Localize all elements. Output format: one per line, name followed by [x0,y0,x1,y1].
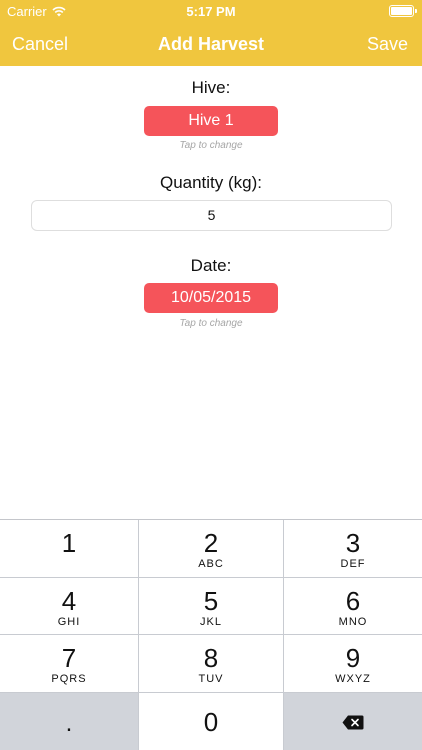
key-7-number: 7 [61,643,77,673]
key-4-letters: GHI [57,616,81,628]
key-5[interactable]: 5 JKL [139,578,283,634]
date-hint: Tap to change [179,318,243,329]
key-2[interactable]: 2 ABC [139,520,283,577]
key-8-number: 8 [203,643,219,673]
page-title: Add Harvest [157,34,265,54]
key-5-number: 5 [203,586,219,616]
key-0-number: 0 [203,707,219,737]
hive-hint: Tap to change [179,140,243,151]
key-7[interactable]: 7 PQRS [0,635,138,692]
quantity-label: Quantity (kg): [159,173,263,192]
battery-icon [389,5,417,17]
key-9-letters: WXYZ [335,673,371,685]
key-1-number: 1 [61,528,77,558]
key-8-letters: TUV [198,673,224,685]
key-4-number: 4 [61,586,77,616]
key-5-letters: JKL [200,616,222,628]
hive-select-button[interactable]: Hive 1 [144,106,278,136]
nav-bar: Cancel Add Harvest Save [0,22,422,66]
key-1[interactable]: 1 [0,520,138,577]
backspace-icon [342,715,364,730]
quantity-input[interactable]: 5 [31,200,392,231]
hive-label: Hive: [191,78,231,97]
status-bar: Carrier 5:17 PM [0,0,422,22]
key-3-letters: DEF [340,558,366,570]
key-9-number: 9 [345,643,361,673]
key-6[interactable]: 6 MNO [284,578,422,634]
key-8[interactable]: 8 TUV [139,635,283,692]
key-decimal-label: . [65,710,73,737]
key-backspace[interactable] [284,693,422,750]
date-select-button[interactable]: 10/05/2015 [144,283,278,313]
key-0[interactable]: 0 [139,693,283,750]
date-label: Date: [190,256,232,275]
key-3-number: 3 [345,528,361,558]
key-4[interactable]: 4 GHI [0,578,138,634]
save-button[interactable]: Save [367,34,408,55]
key-2-number: 2 [203,528,219,558]
key-2-letters: ABC [198,558,224,570]
numeric-keypad: 1 2 ABC 3 DEF 4 GHI 5 JKL 6 MNO 7 PQRS 8… [0,519,422,750]
key-decimal[interactable]: . [0,693,138,750]
key-6-number: 6 [345,586,361,616]
key-6-letters: MNO [338,616,368,628]
key-7-letters: PQRS [51,673,87,685]
key-3[interactable]: 3 DEF [284,520,422,577]
status-time: 5:17 PM [186,4,236,19]
header: Carrier 5:17 PM Cancel Add Harvest Save [0,0,422,66]
key-9[interactable]: 9 WXYZ [284,635,422,692]
